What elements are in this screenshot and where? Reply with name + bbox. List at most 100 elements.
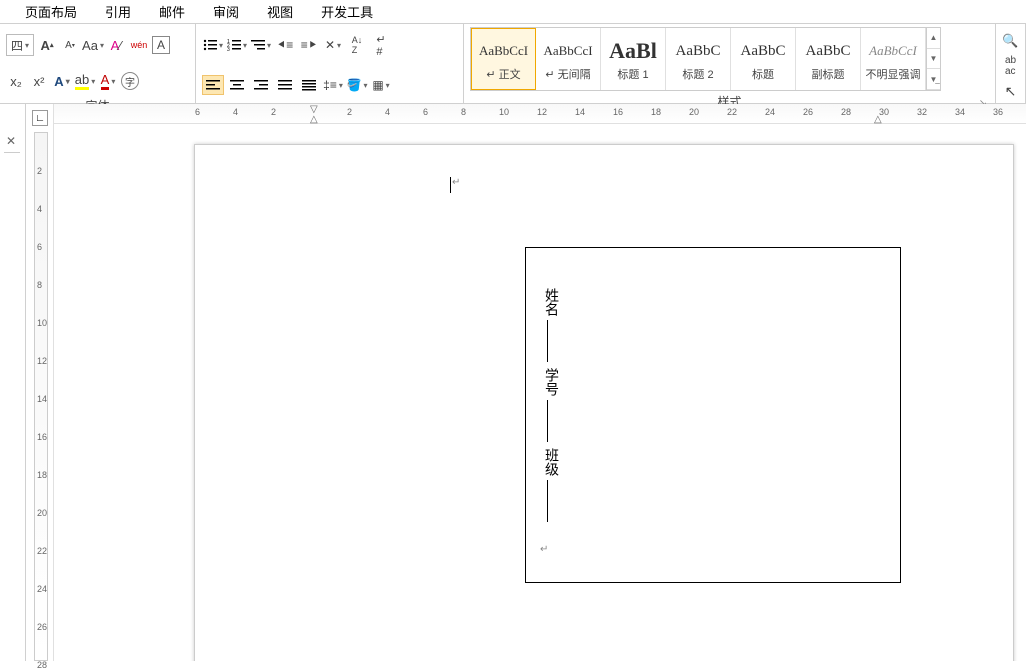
- workspace: ✕ ∟ 246810121416182022242628 ▽ △ △ 64224…: [0, 104, 1026, 661]
- text-box[interactable]: 姓名 学号 班级 ↵: [525, 247, 901, 583]
- style-name: 不明显强调: [866, 66, 921, 82]
- enclose-chars-button[interactable]: 字: [121, 72, 139, 90]
- gallery-down[interactable]: ▼: [927, 49, 940, 70]
- styles-group: AaBbCcI↵ 正文AaBbCcI↵ 无间隔AaBl标题 1AaBbC标题 2…: [464, 24, 996, 103]
- distribute-button[interactable]: [298, 75, 320, 95]
- hruler-mark: 16: [613, 107, 623, 117]
- gallery-scroll[interactable]: ▲▼▼̲: [926, 28, 940, 90]
- style-item-1[interactable]: AaBbCcI↵ 无间隔: [536, 28, 601, 90]
- menu-mail[interactable]: 邮件: [159, 2, 185, 21]
- style-item-5[interactable]: AaBbC副标题: [796, 28, 861, 90]
- style-item-4[interactable]: AaBbC标题: [731, 28, 796, 90]
- vertical-ruler[interactable]: ∟ 246810121416182022242628: [26, 104, 54, 661]
- style-name: 副标题: [812, 66, 845, 82]
- style-preview: AaBbCcI: [479, 36, 528, 66]
- hanging-indent-marker[interactable]: △: [310, 114, 318, 125]
- grow-font-button[interactable]: A▴: [37, 35, 57, 55]
- vruler-mark: 10: [37, 318, 47, 328]
- sort-button[interactable]: A↓Z: [346, 35, 368, 55]
- menu-layout[interactable]: 页面布局: [25, 2, 77, 21]
- menu-bar: 页面布局 引用 邮件 审阅 视图 开发工具: [0, 0, 1026, 24]
- style-name: ↵ 无间隔: [545, 66, 590, 82]
- subscript-button[interactable]: x₂: [6, 71, 26, 91]
- style-preview: AaBbCcI: [869, 36, 917, 66]
- line-spacing-button[interactable]: ‡≡: [322, 75, 344, 95]
- style-item-2[interactable]: AaBl标题 1: [601, 28, 666, 90]
- menu-view[interactable]: 视图: [267, 2, 293, 21]
- hruler-mark: 30: [879, 107, 889, 117]
- hruler-mark: 4: [385, 107, 390, 117]
- hruler-mark: 20: [689, 107, 699, 117]
- text-effects-button[interactable]: A: [52, 71, 72, 91]
- horizontal-ruler[interactable]: ▽ △ △ 6422468101214161820222426283032343…: [54, 104, 1026, 124]
- gallery-more[interactable]: ▼̲: [927, 69, 940, 90]
- vruler-mark: 22: [37, 546, 47, 556]
- style-item-3[interactable]: AaBbC标题 2: [666, 28, 731, 90]
- style-item-0[interactable]: AaBbCcI↵ 正文: [471, 28, 536, 90]
- font-size-select[interactable]: 四: [6, 34, 34, 56]
- navigation-pane: ✕: [0, 104, 26, 661]
- hruler-mark: 6: [195, 107, 200, 117]
- style-preview: AaBbCcI: [543, 36, 592, 66]
- show-marks-button[interactable]: ↵#: [370, 35, 392, 55]
- hruler-mark: 2: [347, 107, 352, 117]
- style-preview: AaBbC: [676, 36, 721, 66]
- shrink-font-button[interactable]: A▾: [60, 35, 80, 55]
- style-item-6[interactable]: AaBbCcI不明显强调: [861, 28, 926, 90]
- ribbon: 四 A▴ A▾ Aa A⁄ wén A x₂ x² A ab A 字 字体 ↘: [0, 24, 1026, 104]
- style-name: ↵ 正文: [486, 66, 520, 82]
- hruler-mark: 10: [499, 107, 509, 117]
- vruler-mark: 12: [37, 356, 47, 366]
- vruler-mark: 6: [37, 242, 42, 252]
- char-border-button[interactable]: A: [152, 36, 170, 54]
- field-id-label: 学号: [540, 368, 560, 396]
- paragraph-group: 123 ⯇≡ ≡⯈ ✕ A↓Z ↵# ‡≡ 🪣 ▦ 段落 ↘: [196, 24, 464, 103]
- menu-references[interactable]: 引用: [105, 2, 131, 21]
- replace-icon[interactable]: abac: [1005, 55, 1016, 77]
- increase-indent-button[interactable]: ≡⯈: [298, 35, 320, 55]
- decrease-indent-button[interactable]: ⯇≡: [274, 35, 296, 55]
- textbox-end-mark: ↵: [540, 544, 548, 555]
- borders-button[interactable]: ▦: [370, 75, 392, 95]
- vruler-mark: 28: [37, 660, 47, 670]
- shading-button[interactable]: 🪣: [346, 75, 368, 95]
- menu-devtools[interactable]: 开发工具: [321, 2, 373, 21]
- asian-layout-button[interactable]: ✕: [322, 35, 344, 55]
- font-color-button[interactable]: A: [98, 71, 118, 91]
- justify-button[interactable]: [274, 75, 296, 95]
- style-name: 标题 1: [617, 66, 648, 82]
- vruler-mark: 14: [37, 394, 47, 404]
- align-left-button[interactable]: [202, 75, 224, 95]
- hruler-mark: 18: [651, 107, 661, 117]
- svg-text:3: 3: [227, 47, 230, 51]
- align-center-button[interactable]: [226, 75, 248, 95]
- find-icon[interactable]: 🔍: [1002, 33, 1018, 49]
- style-name: 标题 2: [682, 66, 713, 82]
- document-page[interactable]: 姓名 学号 班级 ↵: [194, 144, 1014, 661]
- nav-close-button[interactable]: ✕: [6, 134, 16, 148]
- bullets-button[interactable]: [202, 35, 224, 55]
- editing-group: 🔍 abac ↖: [996, 24, 1026, 103]
- hruler-mark: 34: [955, 107, 965, 117]
- hruler-mark: 14: [575, 107, 585, 117]
- styles-gallery[interactable]: AaBbCcI↵ 正文AaBbCcI↵ 无间隔AaBl标题 1AaBbC标题 2…: [470, 27, 941, 91]
- clear-format-button[interactable]: A⁄: [106, 35, 126, 55]
- gallery-up[interactable]: ▲: [927, 28, 940, 49]
- superscript-button[interactable]: x²: [29, 71, 49, 91]
- highlight-button[interactable]: ab: [75, 71, 95, 91]
- numbering-button[interactable]: 123: [226, 35, 248, 55]
- phonetic-guide-button[interactable]: wén: [129, 35, 149, 55]
- change-case-button[interactable]: Aa: [83, 35, 103, 55]
- vruler-mark: 8: [37, 280, 42, 290]
- tab-selector[interactable]: ∟: [32, 110, 48, 126]
- multilevel-list-button[interactable]: [250, 35, 272, 55]
- select-icon[interactable]: ↖: [1005, 83, 1017, 100]
- hruler-mark: 22: [727, 107, 737, 117]
- vruler-mark: 18: [37, 470, 47, 480]
- menu-review[interactable]: 审阅: [213, 2, 239, 21]
- document-area[interactable]: ▽ △ △ 6422468101214161820222426283032343…: [54, 104, 1026, 661]
- field-id-line: [547, 400, 548, 442]
- hruler-mark: 12: [537, 107, 547, 117]
- align-right-button[interactable]: [250, 75, 272, 95]
- hruler-mark: 28: [841, 107, 851, 117]
